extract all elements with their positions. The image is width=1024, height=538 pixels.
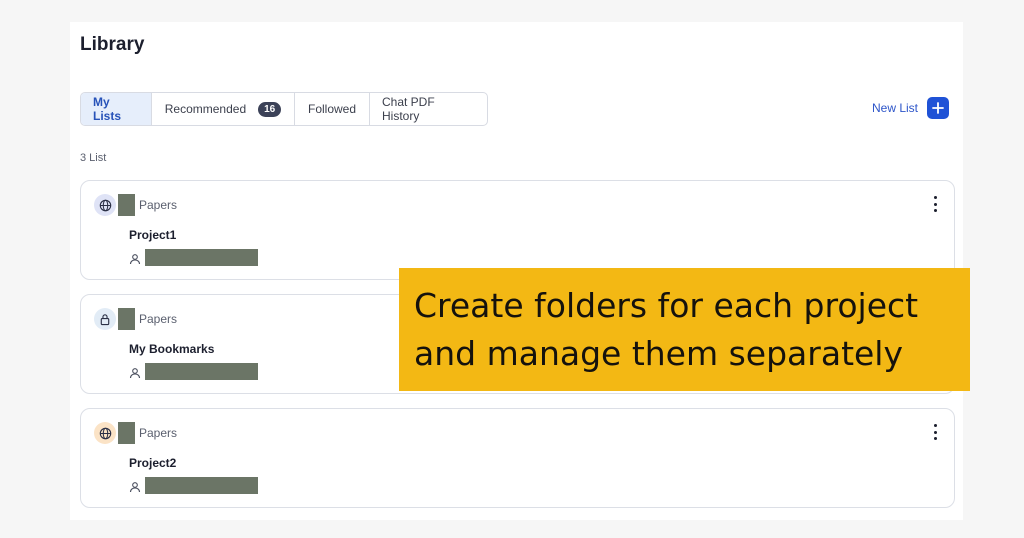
callout-banner: Create folders for each project and mana… bbox=[399, 268, 970, 391]
tab-label: Chat PDF History bbox=[382, 95, 435, 123]
redacted-owner bbox=[145, 363, 258, 380]
redacted-paper-count bbox=[118, 308, 135, 330]
globe-icon bbox=[94, 194, 116, 216]
new-list-label: New List bbox=[872, 101, 919, 115]
tab-followed[interactable]: Followed bbox=[295, 93, 370, 125]
list-count: 3 List bbox=[80, 152, 107, 164]
callout-line-2: and manage them separately bbox=[414, 334, 904, 373]
redacted-owner bbox=[145, 249, 258, 266]
tab-chat-pdf-history[interactable]: Chat PDF History bbox=[370, 93, 487, 125]
tab-recommended[interactable]: Recommended 16 bbox=[152, 93, 295, 125]
recommended-count-badge: 16 bbox=[258, 101, 282, 117]
tab-label: Recommended bbox=[164, 102, 247, 116]
user-icon bbox=[129, 252, 141, 265]
list-card-project2[interactable]: Papers Project2 bbox=[80, 408, 955, 508]
plus-icon[interactable] bbox=[927, 97, 950, 119]
redacted-paper-count bbox=[118, 194, 135, 216]
user-icon bbox=[129, 480, 141, 493]
new-list-button[interactable]: New List bbox=[872, 97, 950, 119]
list-name[interactable]: Project1 bbox=[129, 228, 176, 242]
redacted-owner bbox=[145, 477, 258, 494]
more-options-icon[interactable] bbox=[930, 424, 940, 440]
page-title: Library bbox=[80, 34, 145, 55]
redacted-paper-count bbox=[118, 422, 135, 444]
callout-line-1: Create folders for each project bbox=[414, 286, 919, 325]
papers-label: Papers bbox=[139, 426, 178, 440]
list-name[interactable]: My Bookmarks bbox=[129, 342, 214, 356]
tab-bar: My Lists Recommended 16 Followed Chat PD… bbox=[80, 92, 488, 126]
more-options-icon[interactable] bbox=[930, 196, 940, 212]
papers-label: Papers bbox=[139, 312, 178, 326]
user-icon bbox=[129, 366, 141, 379]
papers-label: Papers bbox=[139, 198, 178, 212]
globe-icon bbox=[94, 422, 116, 444]
tab-my-lists[interactable]: My Lists bbox=[81, 93, 152, 125]
tab-label: My Lists bbox=[93, 95, 122, 123]
tab-label: Followed bbox=[307, 102, 357, 116]
lock-icon bbox=[94, 308, 116, 330]
list-name[interactable]: Project2 bbox=[129, 456, 176, 470]
list-card-project1[interactable]: Papers Project1 bbox=[80, 180, 955, 280]
